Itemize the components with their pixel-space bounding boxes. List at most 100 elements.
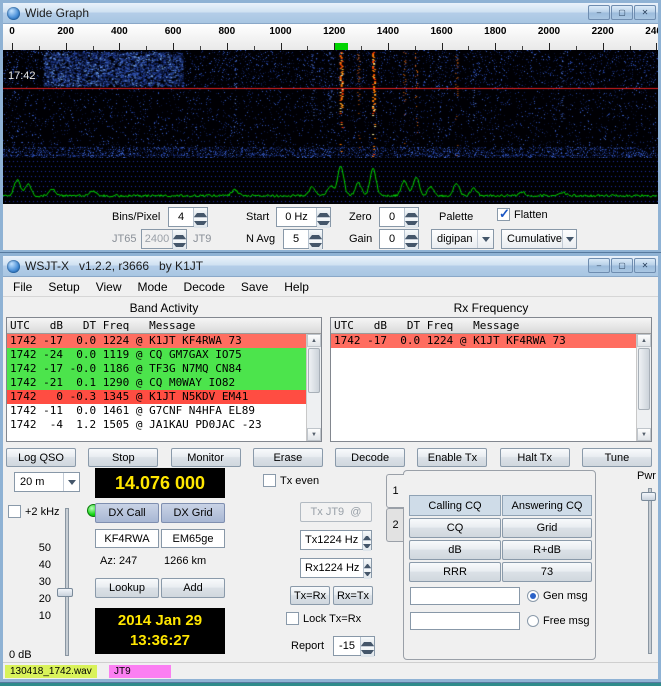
- tx-eq-rx-button[interactable]: Tx=Rx: [290, 586, 330, 605]
- rx-gain-slider-handle[interactable]: [57, 588, 73, 597]
- tx-even-checkbox[interactable]: Tx even: [263, 474, 319, 487]
- lookup-button[interactable]: Lookup: [95, 578, 159, 598]
- gain-spinner[interactable]: 0: [379, 229, 419, 250]
- freq-tick-label: 2000: [537, 26, 561, 37]
- decode-row[interactable]: 1742 -4 1.2 1505 @ JA1KAU PD0JAC -23: [7, 418, 306, 432]
- menu-view[interactable]: View: [88, 278, 130, 296]
- decode-button[interactable]: Decode: [335, 448, 406, 467]
- plus-2khz-checkbox[interactable]: +2 kHz: [8, 505, 60, 518]
- decode-row[interactable]: 1742 -11 0.0 1461 @ G7CNF N4HFA EL89: [7, 404, 306, 418]
- grid-button[interactable]: Grid: [502, 518, 592, 538]
- spin-down-icon: [317, 218, 330, 228]
- rrr-button[interactable]: RRR: [409, 562, 501, 582]
- maximize-button[interactable]: ▢: [611, 5, 633, 20]
- start-spinner[interactable]: 0 Hz: [276, 207, 331, 228]
- tx-freq-spinner[interactable]: Tx 1224 Hz: [300, 530, 372, 551]
- dx-grid-field[interactable]: EM65ge: [161, 529, 225, 548]
- tune-button[interactable]: Tune: [581, 448, 652, 467]
- dx-grid-button[interactable]: DX Grid: [161, 503, 225, 523]
- spin-down-icon: [194, 218, 207, 228]
- dx-call-button[interactable]: DX Call: [95, 503, 159, 523]
- spin-up-icon: [363, 531, 371, 541]
- gen-msg-radio[interactable]: [527, 590, 539, 602]
- menu-save[interactable]: Save: [233, 278, 276, 296]
- db-button[interactable]: dB: [409, 540, 501, 560]
- spin-down-icon: [363, 541, 371, 551]
- menu-help[interactable]: Help: [276, 278, 317, 296]
- menu-mode[interactable]: Mode: [130, 278, 176, 296]
- freq-tick: [173, 43, 175, 50]
- navg-spinner[interactable]: 5: [283, 229, 323, 250]
- message-tab-2[interactable]: 2: [386, 508, 404, 542]
- flatten-checkbox[interactable]: Flatten: [497, 206, 548, 222]
- dx-call-field[interactable]: KF4RWA: [95, 529, 159, 548]
- decode-row[interactable]: 1742 0 -0.3 1345 @ K1JT N5KDV EM41: [7, 390, 306, 404]
- zero-label: Zero: [349, 211, 372, 223]
- display-mode-select[interactable]: Cumulative: [501, 229, 577, 249]
- free-msg-input[interactable]: [410, 612, 520, 630]
- scrollbar-thumb[interactable]: [308, 348, 320, 393]
- waterfall-timestamp: 17:42: [8, 70, 36, 82]
- cq-button[interactable]: CQ: [409, 518, 501, 538]
- wide-graph-titlebar[interactable]: Wide Graph – ▢ ✕: [3, 3, 658, 24]
- maximize-button[interactable]: ▢: [611, 258, 633, 273]
- rx-gain-slider[interactable]: [65, 508, 69, 656]
- decode-row[interactable]: 1742 -17 -0.0 1186 @ TF3G N7MQ CN84: [7, 362, 306, 376]
- chevron-down-icon: [63, 473, 79, 491]
- decode-row[interactable]: 1742 -17 0.0 1224 @ K1JT KF4RWA 73: [7, 334, 306, 348]
- freq-tick: [65, 43, 67, 50]
- pwr-slider[interactable]: [648, 488, 652, 654]
- menu-setup[interactable]: Setup: [40, 278, 87, 296]
- spin-up-icon: [309, 230, 322, 240]
- free-msg-radio[interactable]: [527, 615, 539, 627]
- zero-spinner[interactable]: 0: [379, 207, 419, 228]
- main-button-row: Log QSO Stop Monitor Erase Decode Enable Tx Ha…: [6, 448, 652, 467]
- palette-select[interactable]: digipan: [431, 229, 494, 249]
- rx-freq-spinner[interactable]: Rx 1224 Hz: [300, 558, 372, 579]
- scrollbar-thumb[interactable]: [638, 348, 650, 410]
- gen-msg-input[interactable]: [410, 587, 520, 605]
- halt-tx-button[interactable]: Halt Tx: [499, 448, 570, 467]
- decode-row[interactable]: 1742 -24 0.0 1119 @ CQ GM7GAX IO75: [7, 348, 306, 362]
- menu-file[interactable]: File: [5, 278, 40, 296]
- db-tick-label: 20: [38, 593, 51, 605]
- bins-pixel-spinner[interactable]: 4: [168, 207, 208, 228]
- close-button[interactable]: ✕: [634, 258, 656, 273]
- globe-icon: [7, 6, 20, 20]
- window-title: Wide Graph: [25, 6, 90, 20]
- enable-tx-button[interactable]: Enable Tx: [417, 448, 488, 467]
- spin-down-icon: [309, 240, 322, 250]
- spectrum-display[interactable]: [3, 158, 658, 204]
- log-qso-button[interactable]: Log QSO: [6, 448, 76, 467]
- minimize-button[interactable]: –: [588, 5, 610, 20]
- message-tab-1[interactable]: 1: [386, 474, 404, 508]
- minimize-button[interactable]: –: [588, 258, 610, 273]
- monitor-button[interactable]: Monitor: [170, 448, 241, 467]
- report-spinner[interactable]: -15: [333, 636, 375, 657]
- scroll-up-icon[interactable]: ▲: [637, 334, 651, 347]
- rx-eq-tx-button[interactable]: Rx=Tx: [333, 586, 373, 605]
- r-db-button[interactable]: R+dB: [502, 540, 592, 560]
- main-titlebar[interactable]: WSJT-X v1.2.2, r3666 by K1JT – ▢ ✕: [3, 256, 658, 277]
- split-freq-spinner: 2400: [141, 229, 187, 250]
- 73-button[interactable]: 73: [502, 562, 592, 582]
- pwr-slider-handle[interactable]: [641, 492, 656, 501]
- erase-button[interactable]: Erase: [252, 448, 323, 467]
- band-select[interactable]: 20 m: [14, 472, 80, 492]
- decode-row[interactable]: 1742 -17 0.0 1224 @ K1JT KF4RWA 73: [331, 334, 636, 348]
- scroll-down-icon[interactable]: ▼: [637, 428, 651, 441]
- scroll-up-icon[interactable]: ▲: [307, 334, 321, 347]
- rx-frequency-scrollbar[interactable]: ▲ ▼: [636, 334, 651, 441]
- menu-decode[interactable]: Decode: [176, 278, 233, 296]
- stop-button[interactable]: Stop: [88, 448, 159, 467]
- band-activity-scrollbar[interactable]: ▲ ▼: [306, 334, 321, 441]
- decode-row[interactable]: 1742 -21 0.1 1290 @ CQ M0WAY IO82: [7, 376, 306, 390]
- waterfall-display[interactable]: 17:42: [3, 50, 658, 158]
- frequency-scale[interactable]: 0 200 400 600 800 1000 1200 1400 1600 1800 2000 220…: [3, 24, 658, 50]
- add-button[interactable]: Add: [161, 578, 225, 598]
- band-activity-rows: 1742 -17 0.0 1224 @ K1JT KF4RWA 73 1742 -…: [7, 334, 306, 441]
- scroll-down-icon[interactable]: ▼: [307, 428, 321, 441]
- freq-tick-label: 600: [164, 26, 182, 37]
- close-button[interactable]: ✕: [634, 5, 656, 20]
- lock-txrx-checkbox[interactable]: Lock Tx=Rx: [286, 612, 361, 625]
